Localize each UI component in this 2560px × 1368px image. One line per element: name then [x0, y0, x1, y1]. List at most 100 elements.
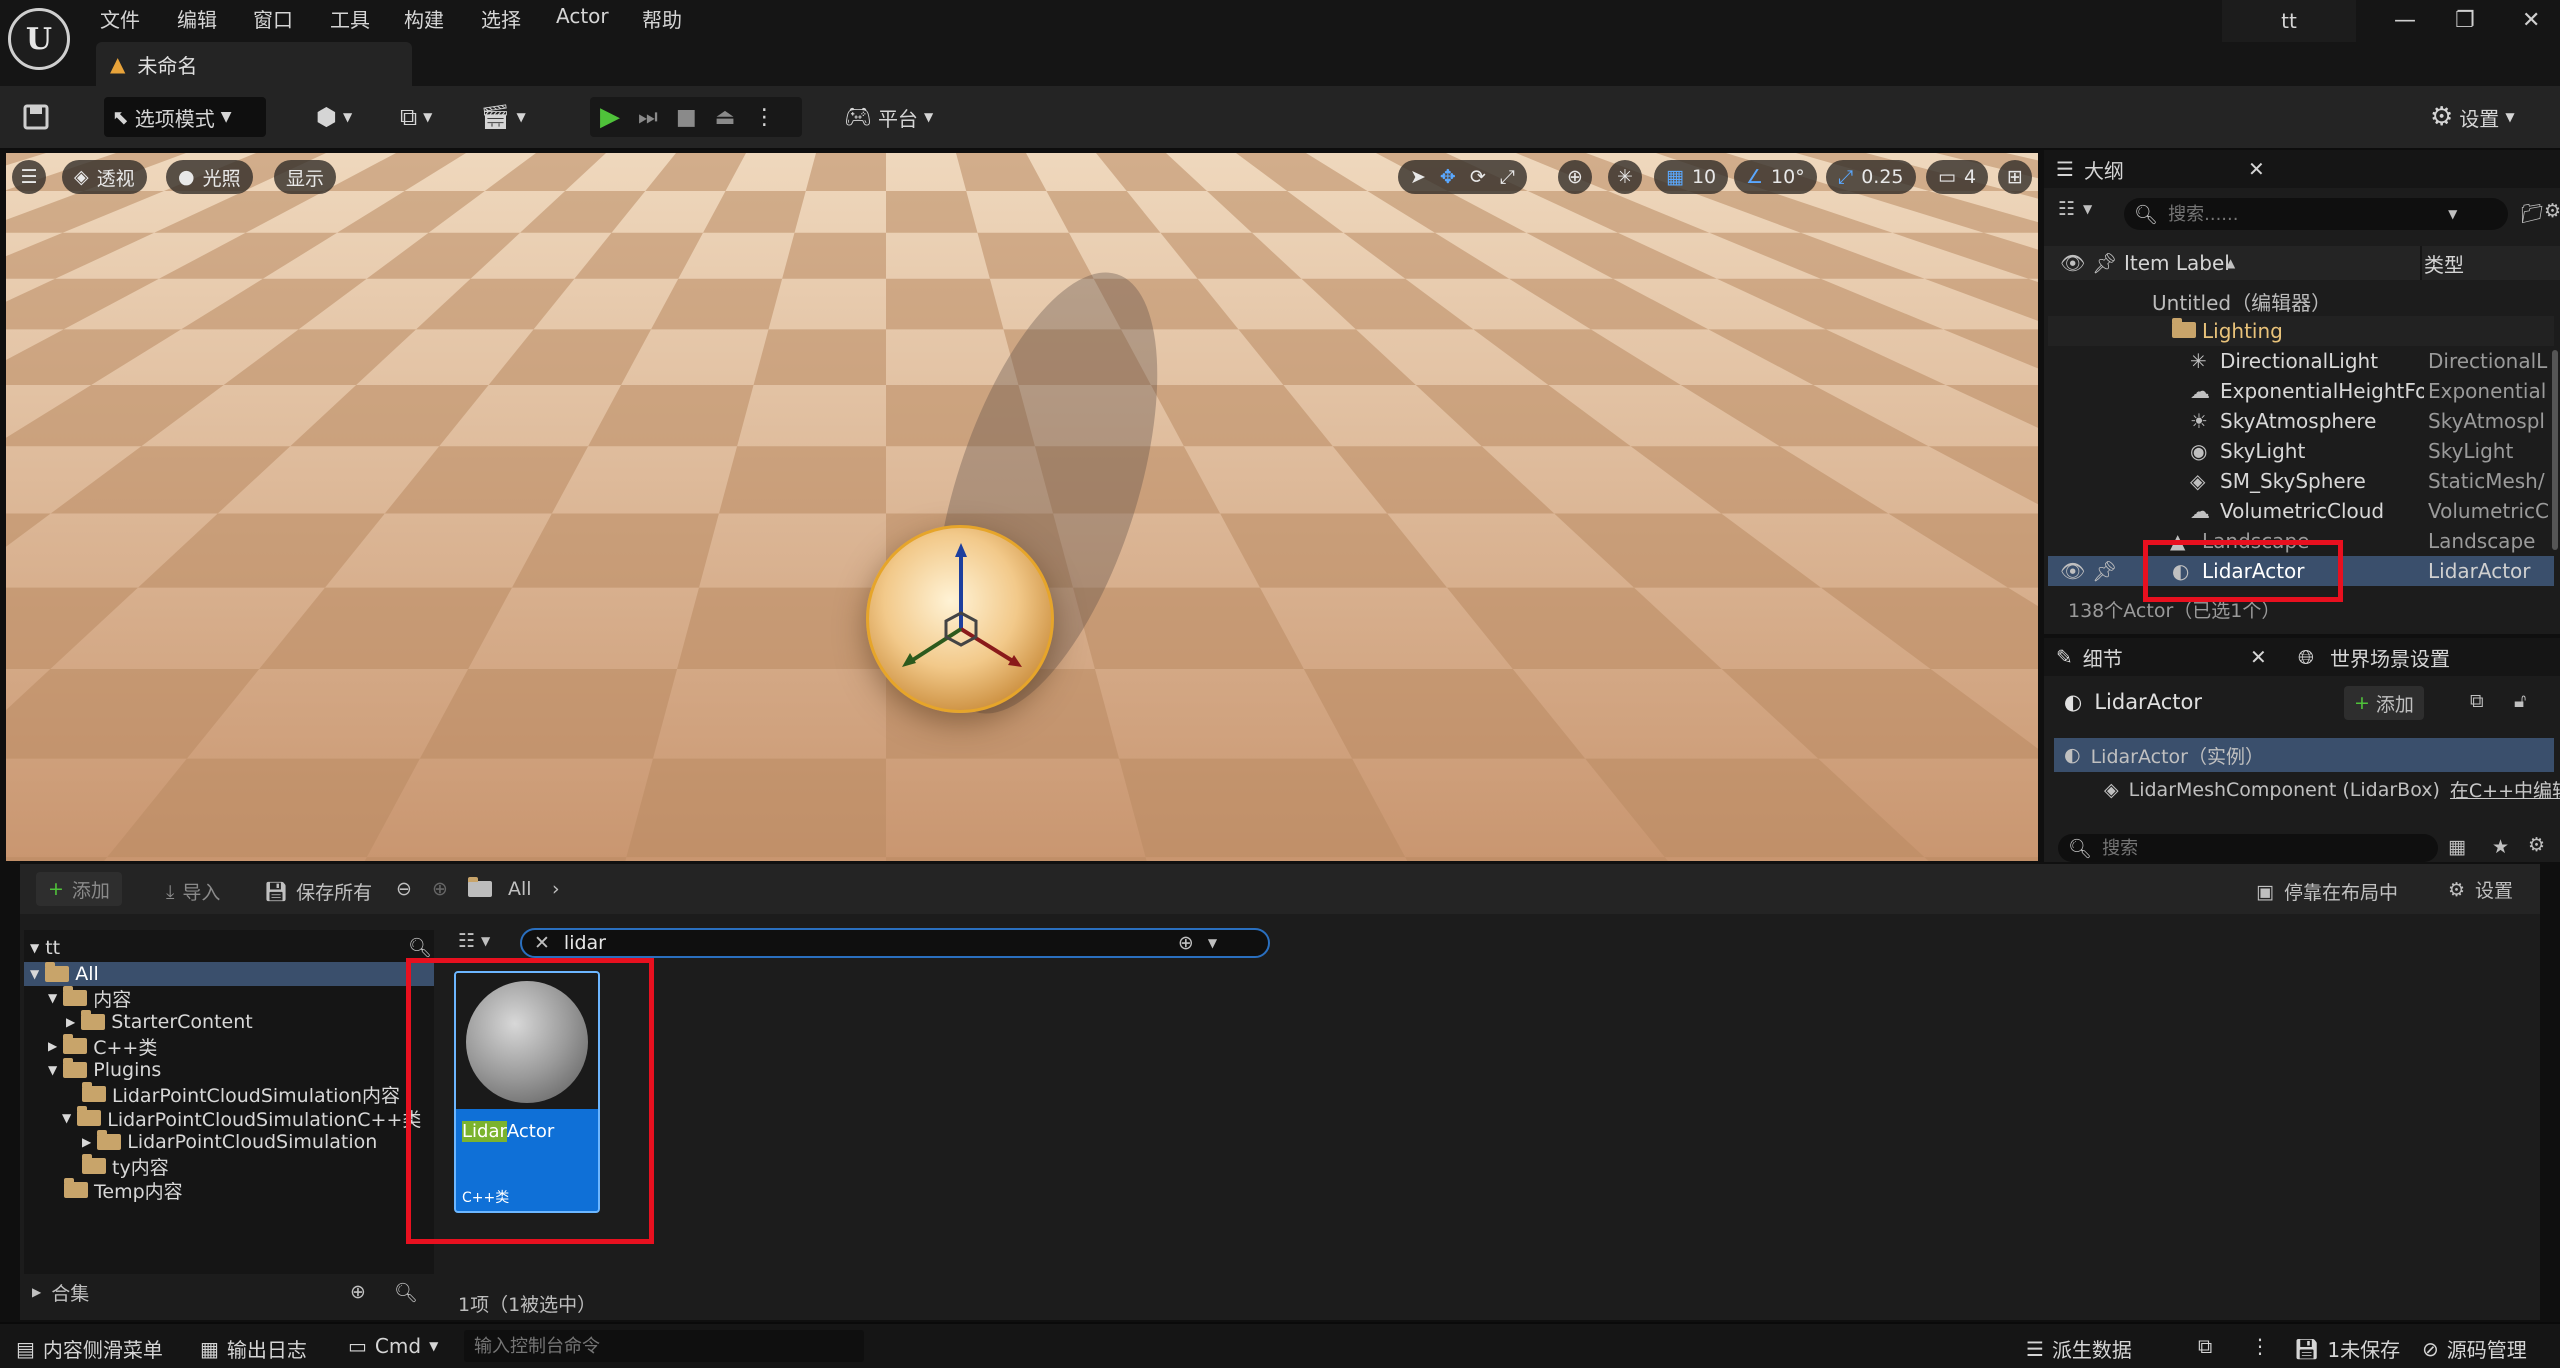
move-icon[interactable]: ✥ [1440, 166, 1456, 188]
clear-search-icon[interactable]: ✕ [534, 932, 550, 954]
tree-row-sky-sphere[interactable]: ◈ SM_SkySphere StaticMesh/ [2048, 466, 2554, 496]
edit-in-cpp-link[interactable]: 在C++中编辑 [2450, 776, 2560, 803]
collections-header[interactable]: ▶ 合集 ⊕ 🔍︎ [24, 1274, 434, 1310]
menu-select[interactable]: 选择 [481, 4, 521, 33]
perspective-button[interactable]: ◈ 透视 [62, 160, 147, 194]
cb-settings-button[interactable]: ⚙ 设置 [2448, 876, 2513, 903]
eye-icon[interactable]: 👁︎ [2060, 559, 2085, 583]
tree-item-plugin-module[interactable]: ▶ LidarPointCloudSimulation [82, 1130, 377, 1154]
pin-icon[interactable]: 📌︎ [2092, 559, 2117, 583]
save-all-button[interactable]: 💾︎ 保存所有 [264, 878, 372, 905]
tree-item-plugins[interactable]: ▼ Plugins [48, 1058, 161, 1082]
menu-build[interactable]: 构建 [404, 4, 444, 33]
camera-speed-button[interactable]: ▭ 4 [1926, 160, 1989, 194]
scale-icon[interactable]: ⤢ [1500, 166, 1515, 188]
cinematics-button[interactable]: 🎬︎ ▼ [480, 97, 526, 137]
menu-tools[interactable]: 工具 [330, 4, 370, 33]
tree-row-sky-atmosphere[interactable]: ☀ SkyAtmosphere SkyAtmospl [2048, 406, 2554, 436]
unsaved-button[interactable]: 💾︎ 1未保存 [2294, 1334, 2400, 1363]
details-search-input[interactable] [2102, 837, 2383, 859]
tree-row-lighting[interactable]: Lighting [2048, 316, 2554, 346]
forward-icon[interactable]: ⊕ [432, 878, 448, 900]
viewport-menu-icon[interactable]: ☰ [12, 160, 46, 194]
tree-item-temp-content[interactable]: Temp内容 [64, 1178, 183, 1203]
blueprint-icon[interactable]: ⧉ [2470, 690, 2484, 712]
add-filter-icon[interactable]: ⊕ [1178, 932, 1194, 954]
menu-help[interactable]: 帮助 [642, 4, 682, 33]
add-button[interactable]: + 添加 [36, 872, 122, 906]
platform-button[interactable]: 🎮︎ 平台 ▼ [844, 97, 933, 137]
column-type[interactable]: 类型 [2424, 249, 2464, 278]
save-icon[interactable] [22, 97, 50, 137]
layout-icon[interactable]: ⊞ [1998, 160, 2032, 194]
close-icon[interactable]: ✕ [2250, 645, 2267, 669]
step-icon[interactable]: ⏭ [638, 105, 658, 130]
lit-button[interactable]: ● 光照 [166, 160, 253, 194]
cb-filter-button[interactable]: ☷ ▼ [458, 930, 490, 952]
tree-root[interactable]: ▼ tt [30, 936, 60, 960]
import-button[interactable]: ⤓ 导入 [166, 878, 220, 905]
tree-item-content[interactable]: ▼ 内容 [48, 986, 131, 1011]
tree-item-all[interactable]: ▼ All [24, 962, 434, 986]
outliner-search-box[interactable]: 🔍︎ ▼ [2124, 198, 2508, 230]
derived-data-button[interactable]: ☰ 派生数据 [2026, 1334, 2132, 1363]
grid-snap-button[interactable]: ▦ 10 [1654, 160, 1729, 194]
scale-snap-button[interactable]: ⤢ 0.25 [1826, 160, 1916, 194]
tree-row-volumetric-cloud[interactable]: ☁ VolumetricCloud VolumetricC [2048, 496, 2554, 526]
details-search-box[interactable]: 🔍︎ [2058, 834, 2438, 862]
show-button[interactable]: 显示 [274, 160, 337, 194]
back-icon[interactable]: ⊖ [396, 878, 412, 900]
cmd-selector[interactable]: ▭ Cmd ▼ [348, 1334, 438, 1358]
close-window-icon[interactable]: ✕ [2522, 8, 2540, 33]
restore-icon[interactable]: ❐ [2455, 8, 2475, 33]
tree-item-cpp[interactable]: ▶ C++类 [48, 1034, 157, 1059]
console-input[interactable] [464, 1330, 854, 1362]
world-settings-tab[interactable]: 世界场景设置 [2330, 643, 2450, 672]
more-icon[interactable]: ⋮ [2250, 1334, 2270, 1358]
source-control-button[interactable]: ⊘ 源码管理 [2422, 1334, 2527, 1363]
gear-icon[interactable]: ⚙ [2544, 200, 2560, 222]
instance-row[interactable]: ◐ LidarActor（实例） [2054, 738, 2554, 772]
select-arrow-icon[interactable]: ➤ [1410, 166, 1426, 188]
outliner-search-input[interactable] [2168, 203, 2439, 225]
folder-add-icon[interactable]: 📁︎ [2520, 202, 2544, 225]
tree-item-plugin-cpp[interactable]: ▼ LidarPointCloudSimulationC++类 [62, 1106, 421, 1131]
search-icon[interactable]: 🔍︎ [408, 936, 432, 959]
lock-icon[interactable]: 🔓︎ [2514, 690, 2526, 712]
star-icon[interactable]: ★ [2492, 836, 2509, 858]
content-drawer-button[interactable]: ▤ 内容侧滑菜单 [16, 1334, 163, 1363]
asset-search-box[interactable]: ✕ ⊕ ▼ [520, 928, 1270, 958]
minimize-icon[interactable]: — [2394, 8, 2416, 33]
close-icon[interactable]: ✕ [2248, 157, 2265, 181]
search-icon[interactable]: 🔍︎ [394, 1281, 418, 1304]
level-tab[interactable]: ▲ 未命名 [96, 42, 412, 86]
component-row[interactable]: ◈ LidarMeshComponent (LidarBox) 在C++中编辑 [2104, 776, 2560, 803]
add-collection-icon[interactable]: ⊕ [350, 1281, 366, 1303]
add-actor-button[interactable]: ⬢ ▼ [316, 97, 352, 137]
tree-item-ty-content[interactable]: ty内容 [82, 1154, 169, 1179]
unreal-logo-icon[interactable]: U [8, 8, 70, 70]
surface-snap-icon[interactable]: ✳ [1608, 160, 1642, 194]
dock-in-layout-button[interactable]: ▣ 停靠在布局中 [2256, 878, 2398, 905]
add-component-button[interactable]: + 添加 [2344, 686, 2424, 720]
asset-search-input[interactable] [563, 932, 1164, 954]
menu-file[interactable]: 文件 [100, 4, 140, 33]
outliner-scrollbar[interactable] [2552, 350, 2558, 550]
rotation-snap-button[interactable]: ∠ 10° [1734, 160, 1817, 194]
tree-row-directional-light[interactable]: ✳ DirectionalLight DirectionalL [2048, 346, 2554, 376]
eject-icon[interactable]: ⏏ [715, 105, 736, 130]
more-icon[interactable]: ⋮ [753, 105, 775, 130]
output-log-button[interactable]: ▦ 输出日志 [200, 1334, 307, 1363]
settings-button[interactable]: ⚙ 设置 ▼ [2430, 97, 2515, 137]
breadcrumb-all[interactable]: All [508, 878, 532, 900]
tree-item-starter-content[interactable]: ▶ StarterContent [66, 1010, 253, 1034]
blueprint-button[interactable]: ⧉ ▼ [400, 97, 432, 137]
play-icon[interactable]: ▶ [600, 102, 620, 132]
console-input-box[interactable] [464, 1330, 864, 1362]
world-space-icon[interactable]: ⊕ [1558, 160, 1592, 194]
stop-icon[interactable]: ■ [676, 105, 697, 130]
tree-row-fog[interactable]: ☁ ExponentialHeightFog Exponentiall [2048, 376, 2554, 406]
outliner-filter-button[interactable]: ☷ ▼ [2058, 198, 2092, 220]
mode-select-button[interactable]: ⬉ 选项模式 ▼ [104, 97, 266, 137]
menu-window[interactable]: 窗口 [253, 4, 293, 33]
